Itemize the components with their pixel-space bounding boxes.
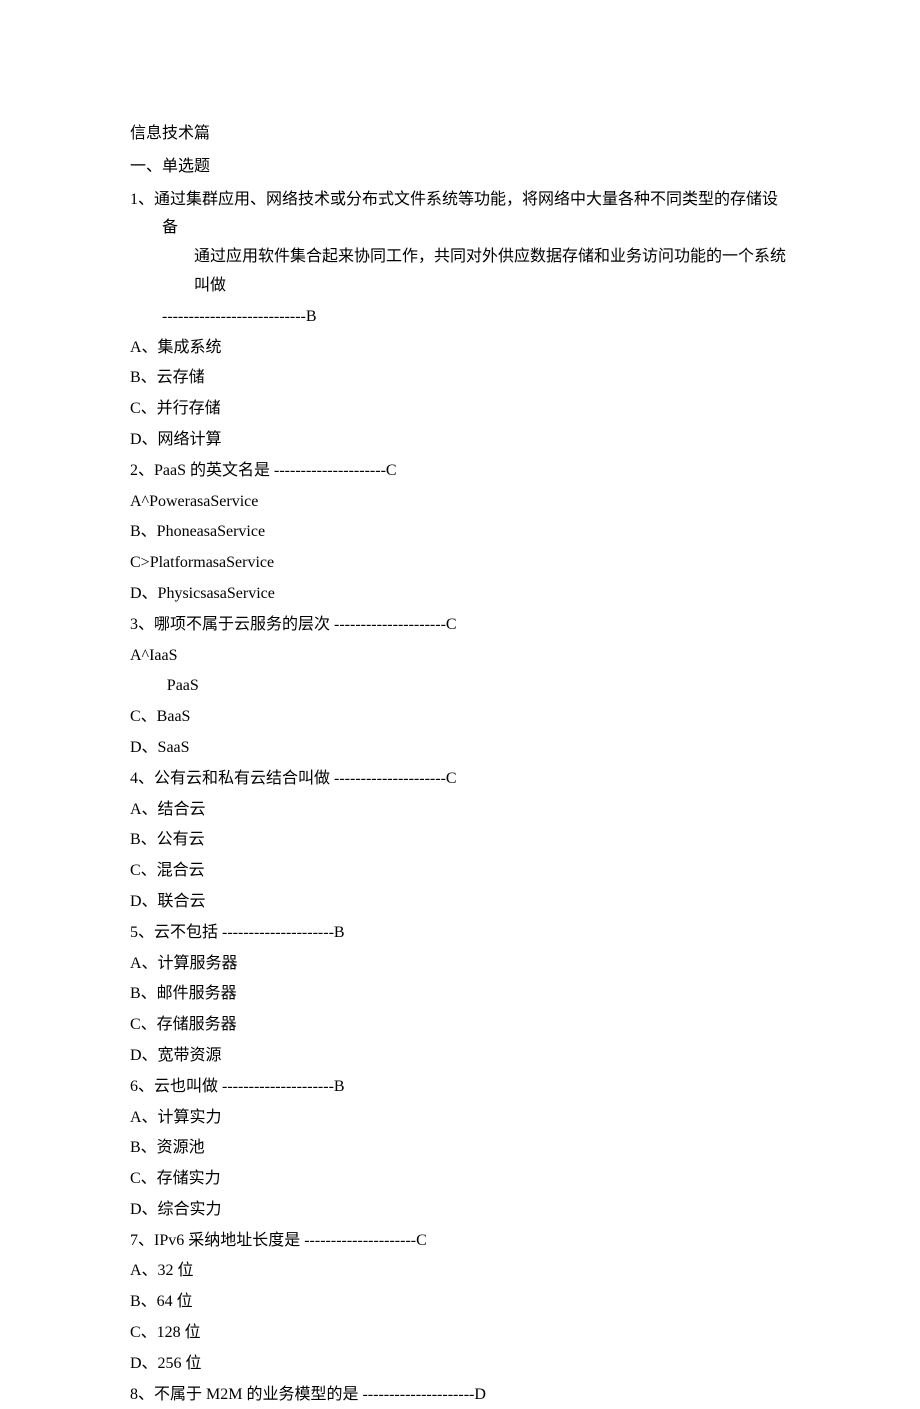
question-7-stem: 7、IPv6 采纳地址长度是 ---------------------C: [130, 1227, 790, 1256]
question-4-option-a: A、结合云: [130, 796, 790, 825]
question-5-option-c: C、存储服务器: [130, 1011, 790, 1040]
question-3-option-a: A^IaaS: [130, 642, 790, 671]
question-3-option-b: PaaS: [130, 672, 790, 701]
question-1-option-b: B、云存储: [130, 364, 790, 393]
question-2-option-b: B、PhoneasaService: [130, 518, 790, 547]
question-1-option-d: D、网络计算: [130, 426, 790, 455]
question-4-option-d: D、联合云: [130, 888, 790, 917]
question-1-answer-line: ---------------------------B: [130, 303, 790, 332]
section-heading: 一、单选题: [130, 153, 790, 182]
question-3-stem: 3、哪项不属于云服务的层次 ---------------------C: [130, 611, 790, 640]
question-7-option-b: B、64 位: [130, 1288, 790, 1317]
question-7-option-a: A、32 位: [130, 1257, 790, 1286]
question-5-option-d: D、宽带资源: [130, 1042, 790, 1071]
question-2-stem: 2、PaaS 的英文名是 ---------------------C: [130, 457, 790, 486]
question-1-stem-line2: 通过应用软件集合起来协同工作，共同对外供应数据存储和业务访问功能的一个系统叫做: [162, 243, 790, 301]
question-7-option-c: C、128 位: [130, 1319, 790, 1348]
question-1-option-a: A、集成系统: [130, 334, 790, 363]
question-6-option-c: C、存储实力: [130, 1165, 790, 1194]
question-2-option-d: D、PhysicsasaService: [130, 580, 790, 609]
question-6-option-a: A、计算实力: [130, 1104, 790, 1133]
question-6-option-d: D、综合实力: [130, 1196, 790, 1225]
question-1-stem: 1、通过集群应用、网络技术或分布式文件系统等功能，将网络中大量各种不同类型的存储…: [130, 186, 790, 301]
question-1-stem-line1: 1、通过集群应用、网络技术或分布式文件系统等功能，将网络中大量各种不同类型的存储…: [130, 191, 778, 237]
question-7-option-d: D、256 位: [130, 1350, 790, 1379]
question-3-option-c: C、BaaS: [130, 703, 790, 732]
question-2-option-a: A^PowerasaService: [130, 488, 790, 517]
question-6-stem: 6、云也叫做 ---------------------B: [130, 1073, 790, 1102]
question-4-option-b: B、公有云: [130, 826, 790, 855]
question-2-option-c: C>PlatformasaService: [130, 549, 790, 578]
question-4-stem: 4、公有云和私有云结合叫做 ---------------------C: [130, 765, 790, 794]
question-5-option-b: B、邮件服务器: [130, 980, 790, 1009]
question-8-stem: 8、不属于 M2M 的业务模型的是 ---------------------D: [130, 1381, 790, 1409]
question-5-stem: 5、云不包括 ---------------------B: [130, 919, 790, 948]
question-1-option-c: C、并行存储: [130, 395, 790, 424]
question-3-option-d: D、SaaS: [130, 734, 790, 763]
document-title: 信息技术篇: [130, 120, 790, 149]
question-6-option-b: B、资源池: [130, 1134, 790, 1163]
question-5-option-a: A、计算服务器: [130, 950, 790, 979]
question-4-option-c: C、混合云: [130, 857, 790, 886]
